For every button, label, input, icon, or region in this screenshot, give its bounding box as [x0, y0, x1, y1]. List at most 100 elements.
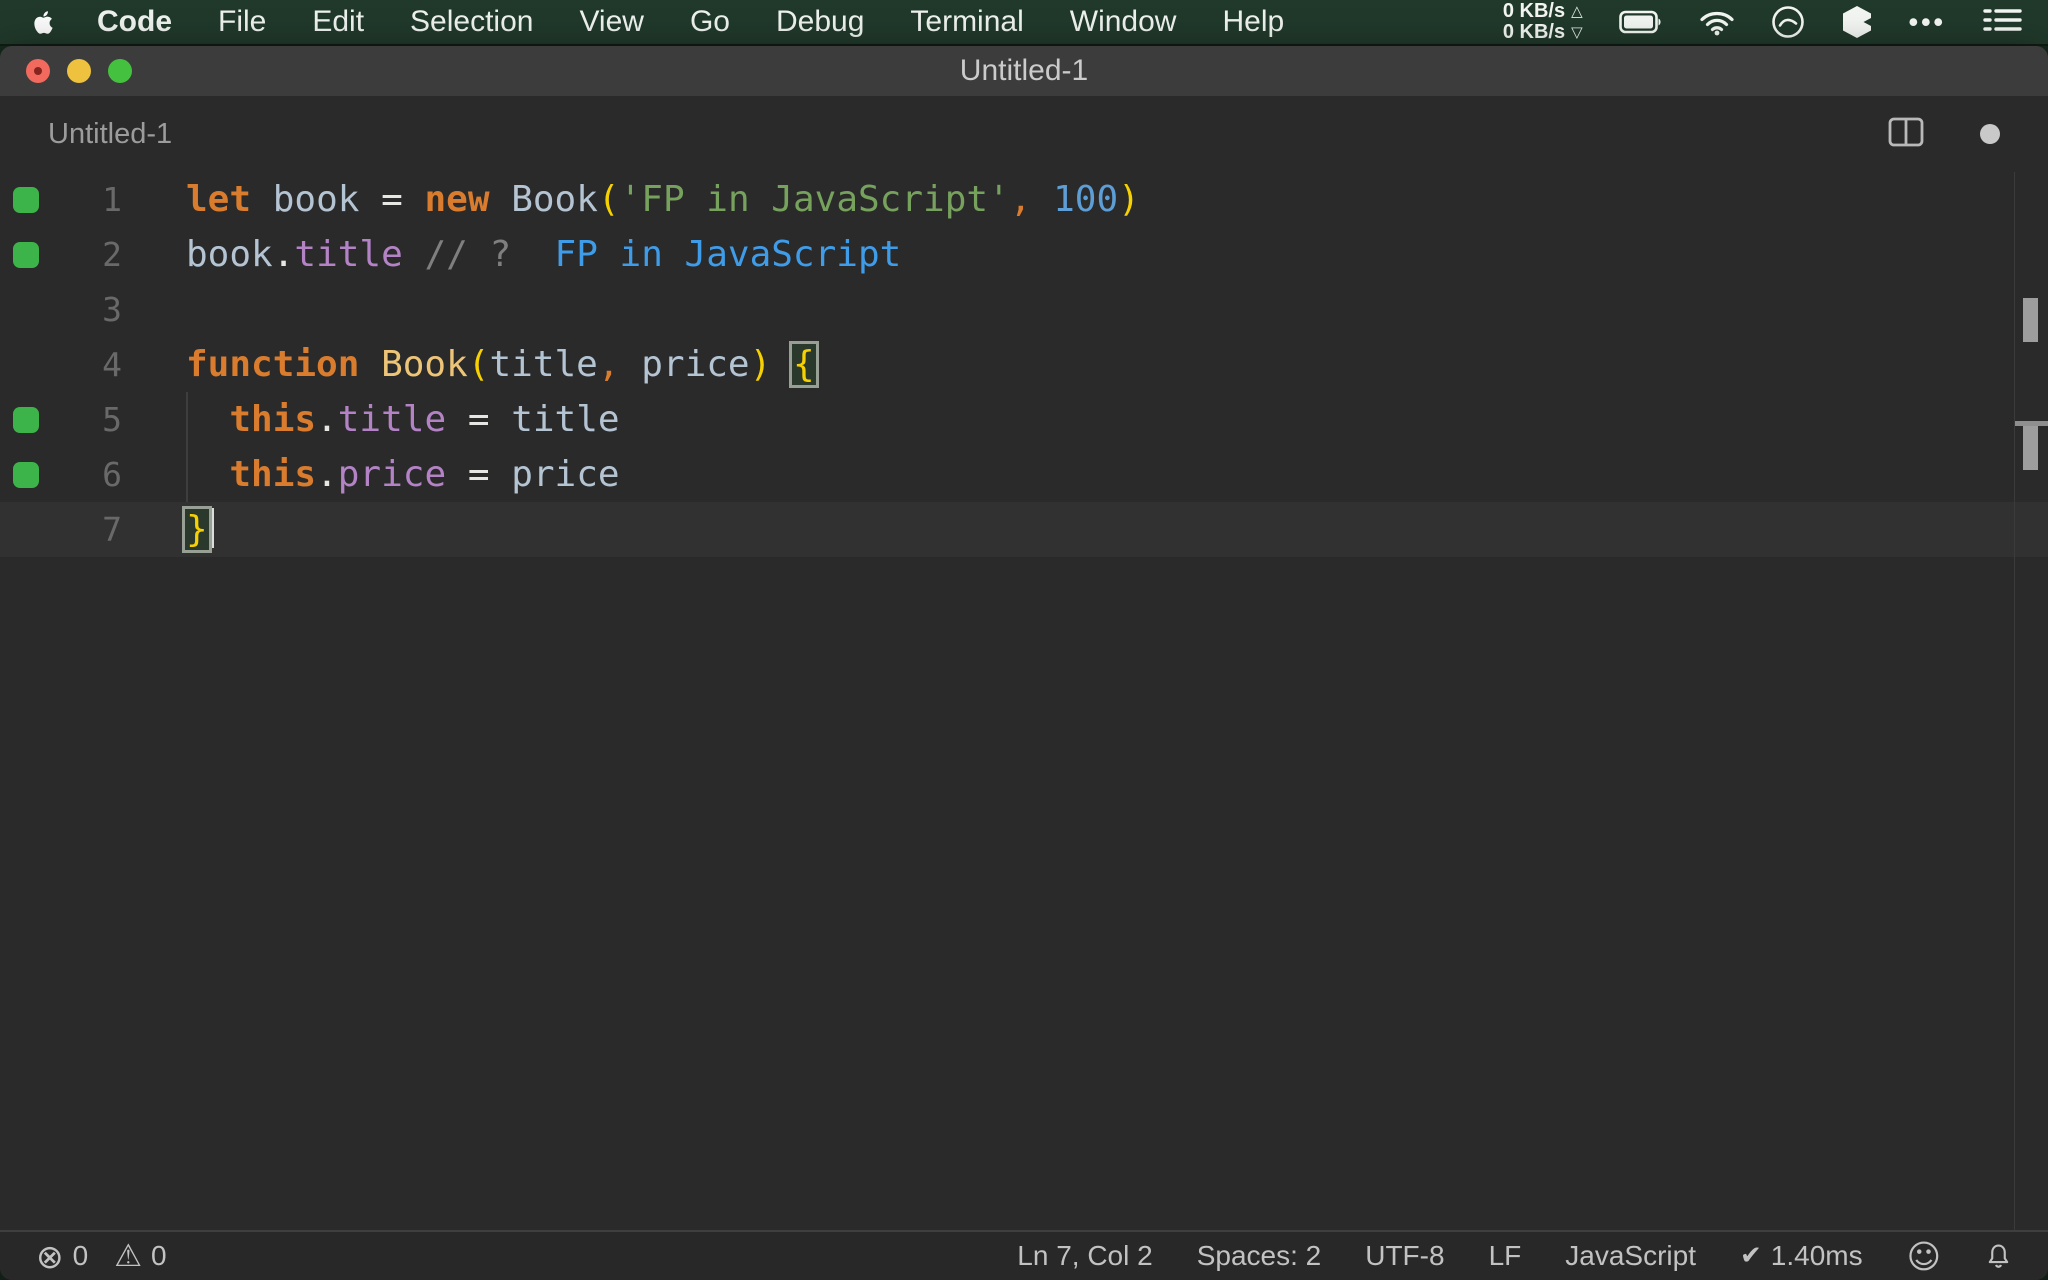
- token-brk: ): [749, 344, 772, 385]
- download-arrow-icon: ▽: [1571, 23, 1583, 41]
- wifi-icon[interactable]: [1699, 9, 1735, 36]
- code-line-5[interactable]: 5 this.title = title: [0, 392, 2048, 447]
- token-cmt: // ?: [424, 234, 512, 275]
- code-content: [122, 282, 2048, 337]
- token-id: title: [511, 399, 620, 440]
- code-line-6[interactable]: 6 this.price = price: [0, 447, 2048, 502]
- menu-code[interactable]: Code: [97, 5, 172, 39]
- coverage-gutter: [0, 502, 56, 557]
- language-mode[interactable]: JavaScript: [1565, 1240, 1696, 1272]
- code-line-3[interactable]: 3: [0, 282, 2048, 337]
- token-brk: }: [186, 509, 208, 550]
- notifications[interactable]: [1985, 1242, 2012, 1271]
- battery-icon[interactable]: [1618, 10, 1663, 34]
- smiley-icon: ☺: [1906, 1236, 1941, 1276]
- token-prop: price: [337, 454, 447, 495]
- token-brk: ): [1118, 179, 1140, 220]
- editor[interactable]: 1 let book = new Book('FP in JavaScript',…: [0, 172, 2048, 1230]
- overview-ruler[interactable]: [2014, 172, 2048, 1230]
- line-number[interactable]: 4: [56, 337, 122, 392]
- code-line-7[interactable]: 7}: [0, 502, 2048, 557]
- warning-icon: ⚠: [114, 1237, 143, 1274]
- code-content: book.title // ? FP in JavaScript: [122, 227, 2048, 282]
- ellipsis-menu-icon[interactable]: •••: [1909, 7, 1946, 38]
- code-line-4[interactable]: 4 function Book(title, price) {: [0, 337, 2048, 392]
- network-speed-indicator[interactable]: 0 KB/s 0 KB/s △ ▽: [1503, 1, 1583, 43]
- menu-edit[interactable]: Edit: [312, 5, 364, 39]
- token-op: .: [316, 454, 338, 495]
- token-id: book: [186, 234, 273, 275]
- title-bar[interactable]: Untitled-1: [0, 46, 2048, 96]
- problems-warnings[interactable]: ⚠ 0: [114, 1240, 166, 1272]
- editor-header: Untitled-1: [0, 96, 2048, 172]
- coverage-square-icon: [13, 186, 39, 213]
- token-brk: (: [597, 179, 620, 220]
- tab-label[interactable]: Untitled-1: [48, 118, 172, 151]
- menu-go[interactable]: Go: [690, 5, 730, 39]
- token-brk: {: [792, 344, 815, 385]
- menu-file[interactable]: File: [218, 5, 266, 39]
- coverage-indicator: [0, 447, 56, 502]
- menu-items: Code File Edit Selection View Go Debug Terminal…: [97, 5, 1284, 39]
- token-fn: Book: [381, 344, 468, 385]
- coverage-gutter: [0, 282, 56, 337]
- menu-view[interactable]: View: [579, 5, 643, 39]
- line-number[interactable]: 1: [56, 172, 122, 227]
- cursor-position[interactable]: Ln 7, Col 2: [1017, 1240, 1152, 1272]
- token-kw: function: [186, 344, 360, 385]
- menu-terminal[interactable]: Terminal: [910, 5, 1023, 39]
- indentation-setting[interactable]: Spaces: 2: [1197, 1240, 1322, 1272]
- code-content: function Book(title, price) {: [122, 337, 2048, 392]
- apple-menu-icon[interactable]: [30, 9, 57, 36]
- error-count: 0: [72, 1240, 89, 1271]
- screen: Code File Edit Selection View Go Debug Terminal…: [0, 0, 2048, 1280]
- menu-selection[interactable]: Selection: [410, 5, 533, 39]
- eol-setting[interactable]: LF: [1489, 1240, 1522, 1272]
- line-number[interactable]: 7: [56, 502, 122, 557]
- bracket-match-highlight: {: [789, 337, 819, 392]
- coverage-square-icon: [13, 406, 39, 433]
- code-content: this.title = title: [122, 392, 2048, 447]
- coverage-indicator: [0, 172, 56, 227]
- token-op: =: [381, 179, 403, 220]
- menu-help[interactable]: Help: [1222, 5, 1284, 39]
- token-comma: ,: [597, 344, 620, 385]
- line-number[interactable]: 3: [56, 282, 122, 337]
- line-number[interactable]: 2: [56, 227, 122, 282]
- menu-window[interactable]: Window: [1070, 5, 1177, 39]
- menu-bar: Code File Edit Selection View Go Debug Terminal…: [0, 0, 2048, 46]
- code-content: }: [122, 502, 2048, 557]
- line-number[interactable]: 6: [56, 447, 122, 502]
- code-line-1[interactable]: 1 let book = new Book('FP in JavaScript',…: [0, 172, 2048, 227]
- encoding-setting[interactable]: UTF-8: [1365, 1240, 1444, 1272]
- problems-errors[interactable]: ⊗ 0: [36, 1240, 89, 1273]
- line-number[interactable]: 5: [56, 392, 122, 447]
- split-editor-icon[interactable]: [1888, 117, 1924, 152]
- unsaved-changes-dot[interactable]: [1980, 124, 2000, 144]
- ruler-mark: [2023, 298, 2038, 342]
- gauge-monitor-icon[interactable]: [1771, 5, 1805, 39]
- quokka-status[interactable]: ✔ 1.40ms: [1740, 1240, 1863, 1272]
- status-bar: ⊗ 0 ⚠ 0 Ln 7, Col 2 Spaces: 2 UTF-8 LF J…: [0, 1230, 2048, 1280]
- feedback-smiley[interactable]: ☺: [1906, 1236, 1941, 1276]
- list-menu-icon[interactable]: [1982, 7, 2022, 37]
- token-prop: title: [294, 234, 403, 275]
- token-num: 100: [1053, 179, 1119, 220]
- upload-arrow-icon: △: [1571, 2, 1583, 20]
- token-str: 'FP in JavaScript': [619, 179, 1010, 220]
- ruler-mark: [2023, 426, 2038, 470]
- code-line-2[interactable]: 2 book.title // ? FP in JavaScript: [0, 227, 2048, 282]
- menu-debug[interactable]: Debug: [776, 5, 864, 39]
- token-op: =: [467, 399, 490, 440]
- coverage-gutter: [0, 337, 56, 392]
- token-kw: new: [424, 179, 490, 220]
- cube-app-icon[interactable]: [1841, 5, 1873, 39]
